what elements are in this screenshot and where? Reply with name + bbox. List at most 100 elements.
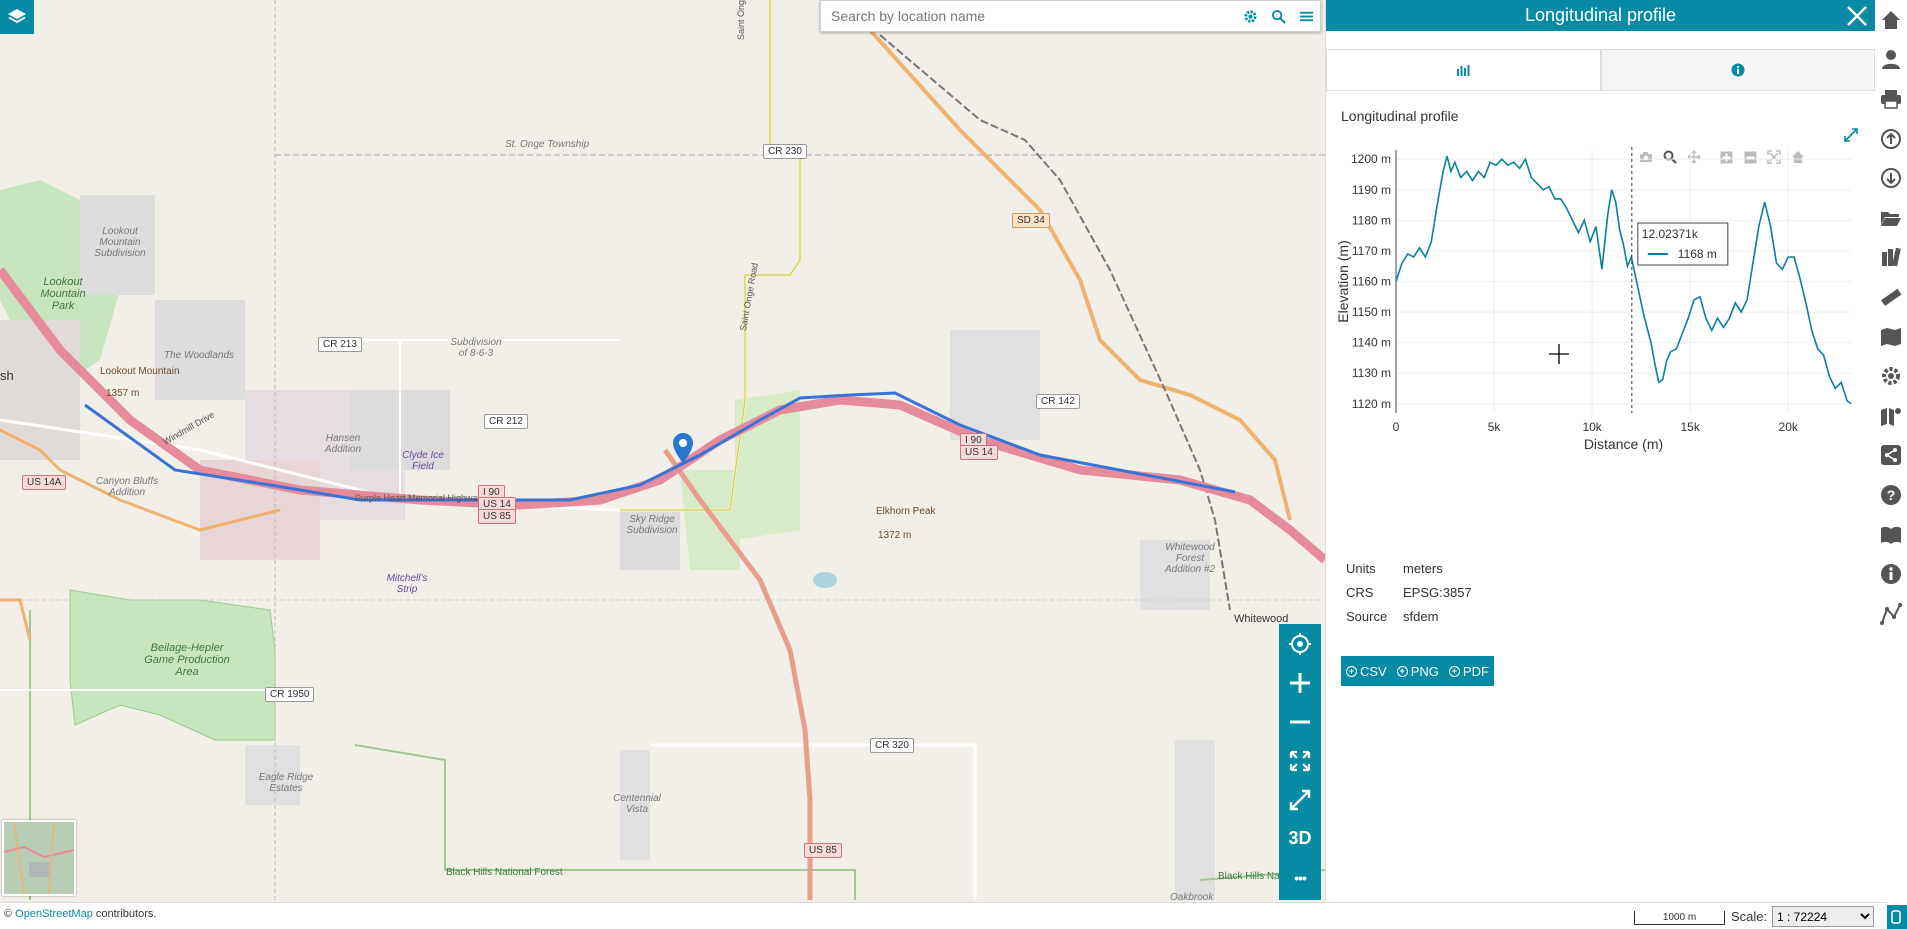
hover-tooltip: 12.02371k 1168 m xyxy=(1637,222,1729,266)
profile-line-icon xyxy=(1880,602,1902,625)
nav-open-folder[interactable] xyxy=(1875,198,1907,238)
search-input[interactable] xyxy=(821,1,1236,31)
bar-chart-icon xyxy=(1457,65,1470,76)
nav-upload[interactable] xyxy=(1875,119,1907,159)
map-label-sky-ridge: Sky Ridge Subdivision xyxy=(626,514,678,536)
y-tick-label: 1120 m xyxy=(1352,397,1391,411)
map-label-oakbrook: Oakbrook xyxy=(1170,892,1214,902)
meta-source-label: Source xyxy=(1346,608,1388,624)
fullscreen-button[interactable] xyxy=(1279,780,1321,819)
info-icon xyxy=(1881,564,1901,585)
print-icon xyxy=(1881,89,1901,109)
user-icon xyxy=(1882,50,1900,70)
shield-us14b: US 14 xyxy=(960,445,998,460)
shield-us85: US 85 xyxy=(478,509,516,524)
download-icon: + xyxy=(1448,665,1460,677)
nav-map-tools[interactable] xyxy=(1875,396,1907,436)
nav-book[interactable] xyxy=(1875,515,1907,555)
map-label-black-hills-right: Black Hills Na xyxy=(1218,871,1280,882)
3d-button[interactable]: 3D xyxy=(1279,819,1321,858)
panel-header: Longitudinal profile xyxy=(1326,0,1875,31)
map-label-elkhorn: Elkhorn Peak xyxy=(876,506,936,517)
shield-cr230: CR 230 xyxy=(763,144,807,159)
locate-button[interactable] xyxy=(1279,624,1321,663)
shield-us85b: US 85 xyxy=(804,843,842,858)
nav-home[interactable] xyxy=(1875,0,1907,40)
map-label-purple-heart: Purple Heart Memorial Highway xyxy=(355,493,483,503)
search-menu-button[interactable] xyxy=(1292,1,1320,31)
map-label-peak-elev: 1357 m xyxy=(106,388,140,399)
upload-icon xyxy=(1881,128,1901,149)
map-label-peak: Lookout Mountain xyxy=(100,366,180,377)
elevation-series-line xyxy=(1395,155,1852,405)
download-icon xyxy=(1881,168,1901,189)
panel-title: Longitudinal profile xyxy=(1524,5,1677,25)
y-tick-label: 1200 m xyxy=(1351,152,1391,166)
nav-info[interactable] xyxy=(1875,554,1907,594)
export-png-button[interactable]: + PNG xyxy=(1392,656,1444,686)
scale-select[interactable]: 1 : 72224 xyxy=(1772,906,1874,927)
tab-chart[interactable] xyxy=(1326,49,1601,90)
y-tick-label: 1130 m xyxy=(1352,366,1391,380)
shield-sd34: SD 34 xyxy=(1012,213,1050,228)
gear-icon xyxy=(1243,9,1257,23)
map-pin-icon xyxy=(1881,407,1901,426)
nav-profile[interactable] xyxy=(1875,594,1907,634)
nav-print[interactable] xyxy=(1875,79,1907,119)
x-tick-label: 20k xyxy=(1779,420,1799,434)
map-label-canyon-bluffs: Canyon Bluffs Addition xyxy=(95,476,159,498)
export-pdf-button[interactable]: + PDF xyxy=(1444,656,1494,686)
tab-info[interactable] xyxy=(1600,49,1875,90)
export-button-group: + CSV + PNG + PDF xyxy=(1341,656,1494,686)
elevation-chart[interactable]: 1120 m 1130 m 1140 m 1150 m 1160 m 1170 m 1180… xyxy=(1326,145,1876,555)
zoom-out-button[interactable] xyxy=(1279,702,1321,741)
minus-icon xyxy=(1290,720,1310,723)
nav-collapse-button[interactable] xyxy=(1885,905,1907,929)
download-icon: + xyxy=(1396,665,1408,677)
map-label-centennial: Centennial Vista xyxy=(613,793,661,815)
close-icon xyxy=(1847,6,1867,26)
map-label-subdivision: Lookout Mountain Subdivision xyxy=(94,226,146,259)
layers-icon xyxy=(8,9,26,23)
export-png-label: PNG xyxy=(1410,663,1439,679)
status-bar: © OpenStreetMap contributors. 1000 m Sca… xyxy=(0,902,1887,929)
crosshair-cursor-icon xyxy=(1549,344,1569,364)
catalog-icon xyxy=(1882,248,1901,267)
export-csv-button[interactable]: + CSV xyxy=(1341,656,1392,686)
expand-icon xyxy=(1289,750,1311,771)
panel-tabs xyxy=(1326,49,1875,91)
tooltip-x-value: 12.02371k xyxy=(1642,227,1699,241)
nav-settings[interactable] xyxy=(1875,356,1907,396)
nav-download[interactable] xyxy=(1875,158,1907,198)
gear-icon xyxy=(1882,367,1900,386)
shield-cr1950: CR 1950 xyxy=(265,687,315,702)
meta-crs-label: CRS xyxy=(1346,584,1374,600)
y-tick-label: 1150 m xyxy=(1352,305,1391,319)
nav-measure[interactable] xyxy=(1875,277,1907,317)
nav-catalog[interactable] xyxy=(1875,238,1907,278)
map-label-beilage: Beilage-Hepler Game Production Area xyxy=(144,642,230,678)
layers-button[interactable] xyxy=(0,0,34,34)
profile-panel: Longitudinal profile Longitudinal profil… xyxy=(1325,0,1875,902)
map-marker-icon[interactable] xyxy=(672,432,694,464)
y-axis-label: Elevation (m) xyxy=(1335,240,1351,322)
close-button[interactable] xyxy=(1843,2,1871,30)
home-icon xyxy=(1882,10,1900,29)
attribution-link[interactable]: OpenStreetMap xyxy=(15,908,93,920)
search-icon xyxy=(1271,9,1286,24)
map-book-icon xyxy=(1881,327,1901,346)
zoom-extent-button[interactable] xyxy=(1279,741,1321,780)
folder-open-icon xyxy=(1881,211,1901,226)
search-button[interactable] xyxy=(1264,1,1292,31)
nav-user[interactable] xyxy=(1875,40,1907,80)
map-view[interactable]: St. Onge Township Lookout Mountain Park … xyxy=(0,0,1325,902)
zoom-in-button[interactable] xyxy=(1279,663,1321,702)
more-tools-button[interactable]: ••• xyxy=(1279,858,1321,897)
nav-help[interactable]: ? xyxy=(1875,475,1907,515)
overview-map[interactable] xyxy=(2,820,76,896)
meta-crs-value: EPSG:3857 xyxy=(1403,584,1472,600)
nav-map-book[interactable] xyxy=(1875,317,1907,357)
nav-share[interactable] xyxy=(1875,436,1907,476)
export-csv-label: CSV xyxy=(1360,663,1387,679)
search-settings-button[interactable] xyxy=(1236,1,1264,31)
